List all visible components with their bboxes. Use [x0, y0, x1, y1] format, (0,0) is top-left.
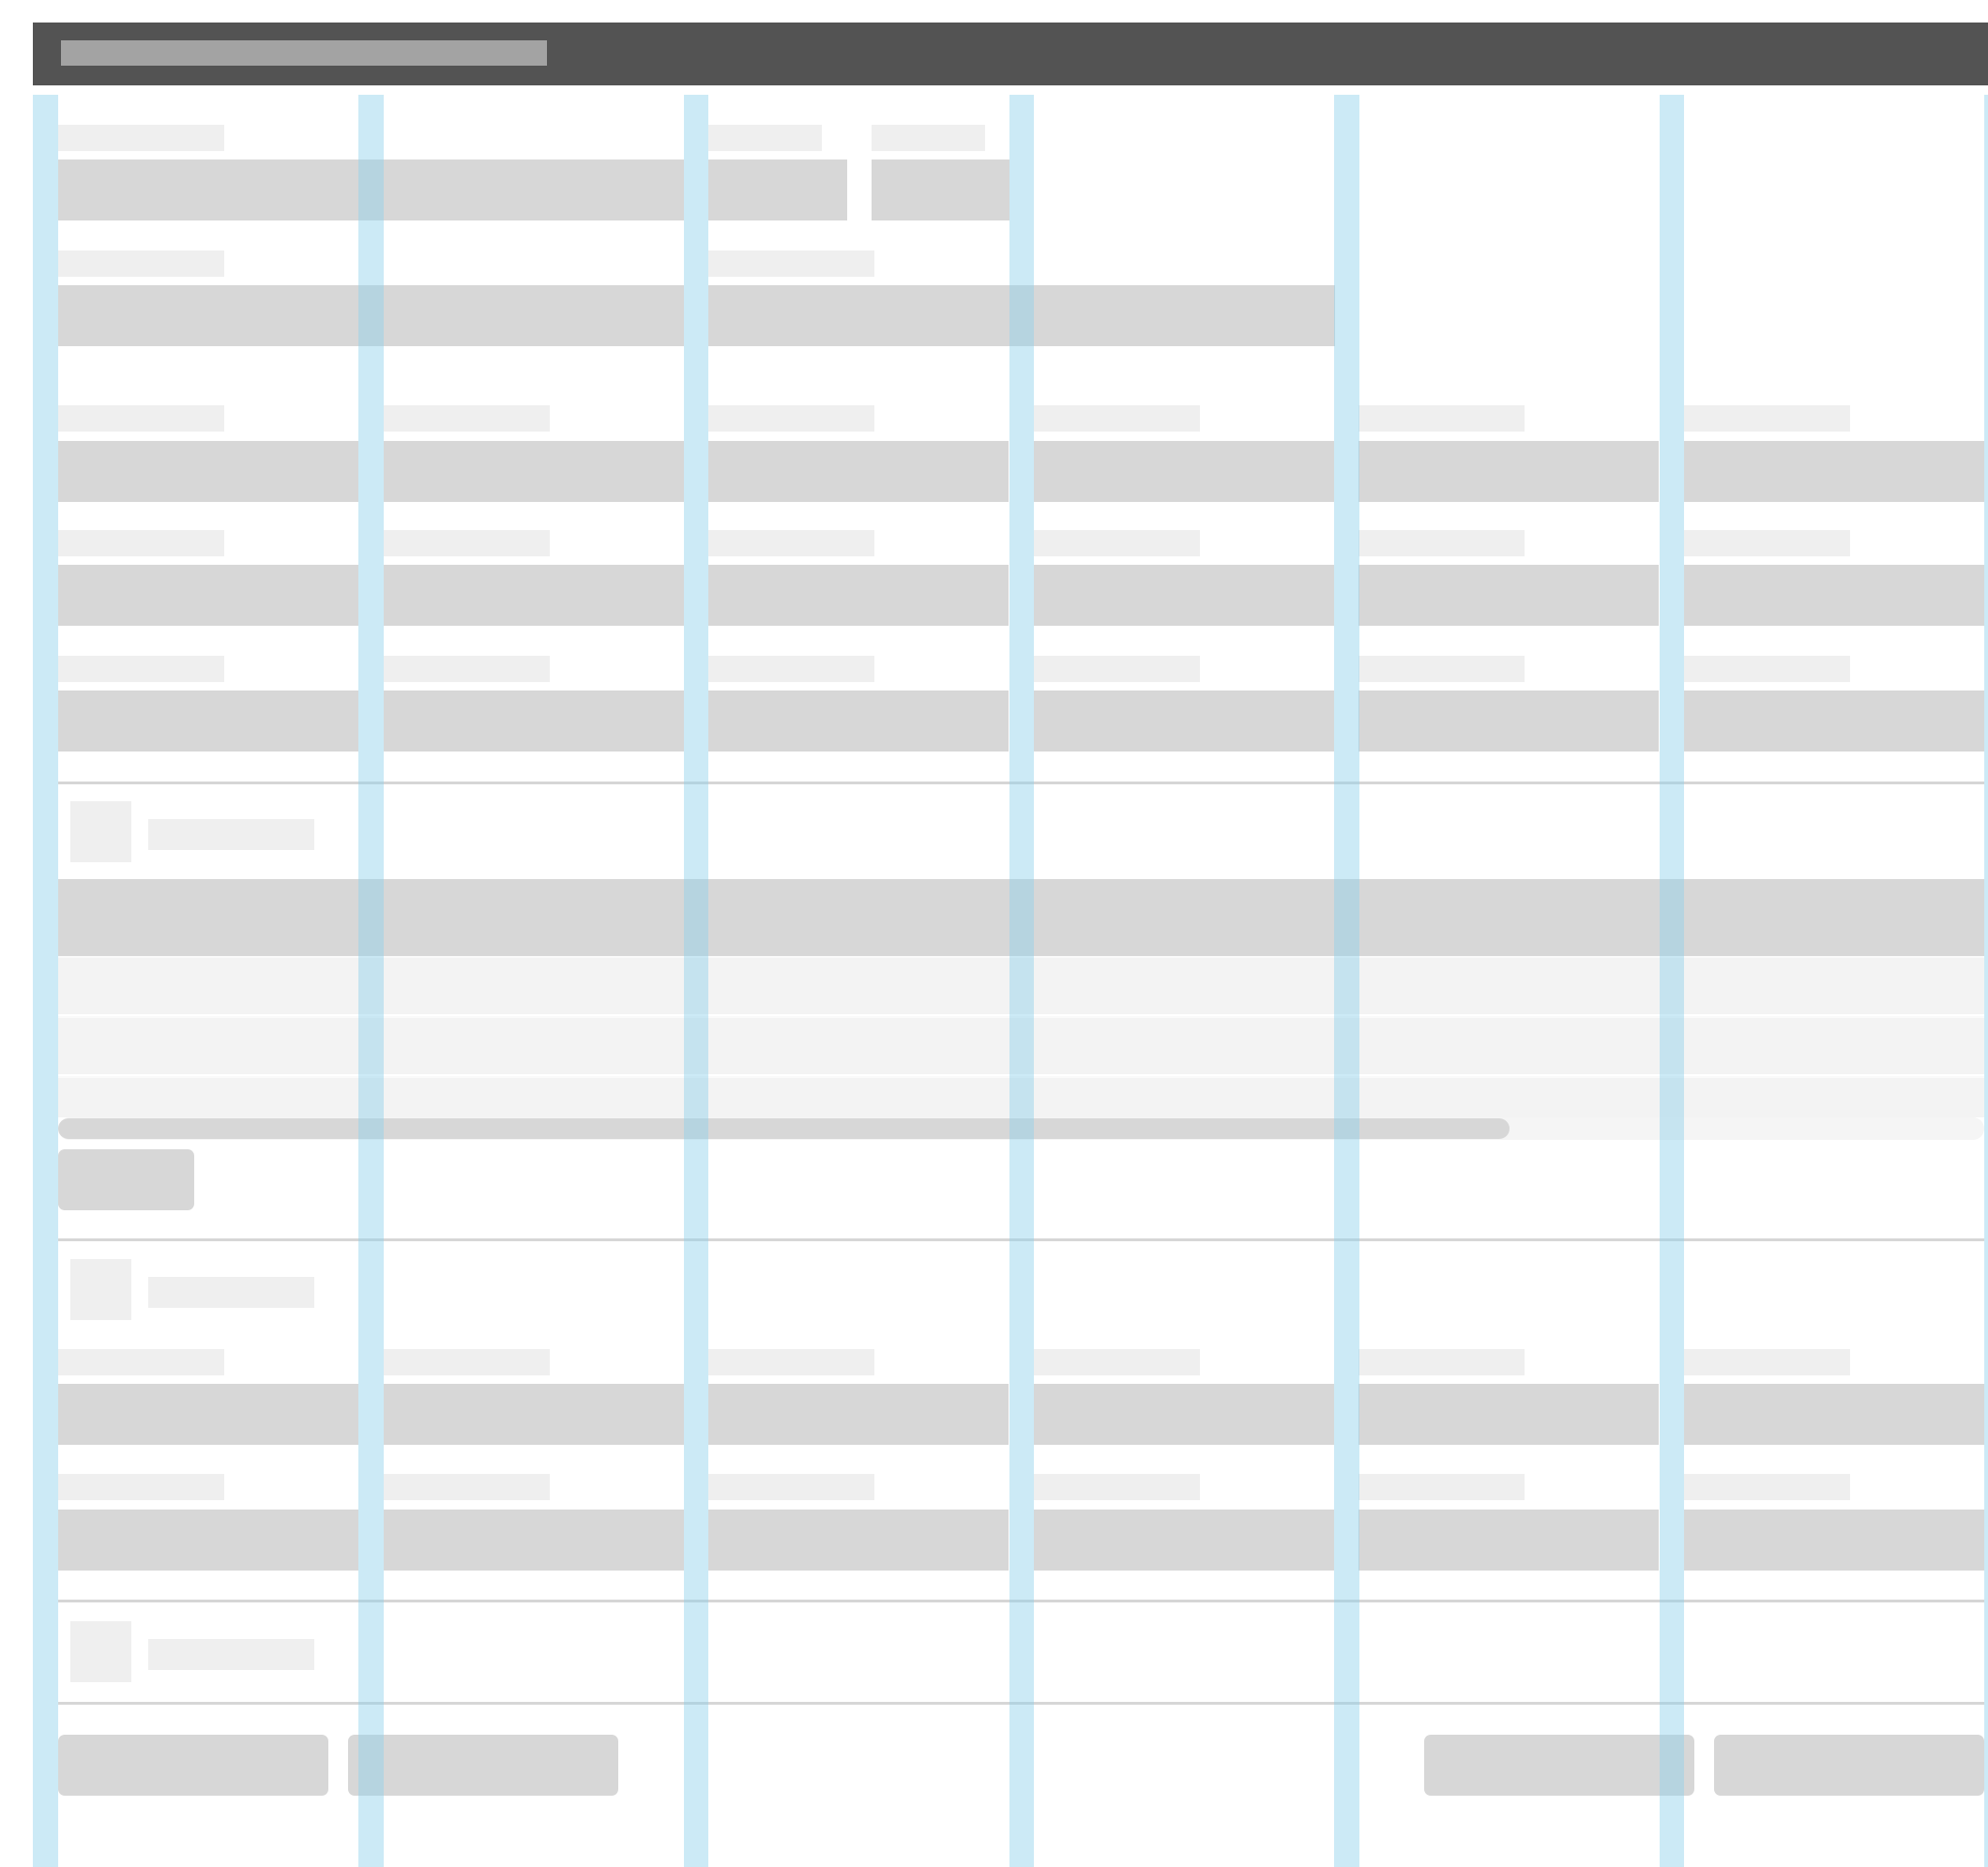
field-label [384, 656, 550, 682]
field-label [58, 1349, 224, 1375]
text-input[interactable] [1034, 691, 1334, 751]
field-label [1034, 1349, 1200, 1375]
text-input[interactable] [1684, 1510, 1984, 1571]
field-label [58, 530, 224, 556]
text-input[interactable] [1358, 441, 1659, 502]
text-input[interactable] [708, 1510, 1009, 1571]
text-input[interactable] [708, 285, 1335, 346]
footer-right-button-2[interactable] [1714, 1735, 1984, 1796]
field-label [1034, 656, 1200, 682]
window-title [61, 40, 547, 66]
text-input[interactable] [1034, 1510, 1334, 1571]
text-input[interactable] [1358, 691, 1659, 751]
footer-divider [58, 1702, 1984, 1705]
section-title [148, 1639, 314, 1670]
table-row[interactable] [58, 956, 1984, 1014]
field-label [708, 656, 874, 682]
field-label [384, 405, 550, 432]
field-label [1358, 1349, 1525, 1375]
field-label [1358, 530, 1525, 556]
text-input[interactable] [1034, 1384, 1334, 1445]
grid-gutter [1984, 95, 1988, 1867]
field-label [1684, 656, 1850, 682]
text-input[interactable] [1684, 565, 1984, 626]
field-label [1034, 530, 1200, 556]
field-label [1034, 1474, 1200, 1500]
text-input[interactable] [1358, 565, 1659, 626]
field-label [708, 125, 822, 151]
text-input[interactable] [1034, 441, 1334, 502]
text-input[interactable] [58, 159, 684, 220]
text-input[interactable] [1684, 441, 1984, 502]
text-input[interactable] [384, 1384, 684, 1445]
text-input[interactable] [58, 691, 358, 751]
field-label [708, 530, 874, 556]
field-label [1034, 405, 1200, 432]
field-label [58, 405, 224, 432]
field-label [58, 125, 224, 151]
field-label [384, 1474, 550, 1500]
text-input[interactable] [1358, 1510, 1659, 1571]
scrollbar-thumb[interactable] [58, 1118, 1510, 1139]
section-icon [70, 1259, 131, 1320]
section-icon [70, 801, 131, 862]
field-label [1358, 1474, 1525, 1500]
field-label [708, 1349, 874, 1375]
add-row-button[interactable] [58, 1149, 194, 1210]
text-input[interactable] [384, 565, 684, 626]
text-input[interactable] [708, 159, 847, 220]
field-label [58, 1474, 224, 1500]
field-label [708, 250, 874, 277]
field-label [1684, 530, 1850, 556]
text-input[interactable] [708, 1384, 1009, 1445]
text-input[interactable] [58, 1510, 358, 1571]
text-input[interactable] [708, 441, 1009, 502]
field-label [384, 1349, 550, 1375]
section-divider [58, 1238, 1984, 1241]
field-label [1358, 656, 1525, 682]
text-input[interactable] [708, 565, 1009, 626]
section-icon [70, 1621, 131, 1682]
text-input[interactable] [58, 285, 684, 346]
field-label [1358, 405, 1525, 432]
field-label [58, 656, 224, 682]
footer-left-button-1[interactable] [58, 1735, 328, 1796]
text-input[interactable] [1358, 1384, 1659, 1445]
grid-gutter [33, 95, 58, 1867]
field-label [58, 250, 224, 277]
section-divider [58, 1600, 1984, 1602]
section-title [148, 1277, 314, 1308]
field-label [1684, 1349, 1850, 1375]
text-input[interactable] [1684, 691, 1984, 751]
text-input[interactable] [384, 1510, 684, 1571]
text-input[interactable] [708, 691, 1009, 751]
table-row[interactable] [58, 1076, 1984, 1117]
table-row[interactable] [58, 1016, 1984, 1074]
text-input[interactable] [1034, 565, 1334, 626]
text-input[interactable] [58, 441, 358, 502]
text-input[interactable] [384, 441, 684, 502]
field-label [1684, 405, 1850, 432]
text-input[interactable] [384, 691, 684, 751]
text-input[interactable] [58, 1384, 358, 1445]
text-input[interactable] [872, 159, 1009, 220]
table-header [58, 879, 1984, 956]
field-label [872, 125, 985, 151]
app-window [0, 0, 1988, 1867]
field-label [708, 1474, 874, 1500]
footer-left-button-2[interactable] [348, 1735, 618, 1796]
text-input[interactable] [58, 565, 358, 626]
field-label [708, 405, 874, 432]
field-label [384, 530, 550, 556]
footer-right-button-1[interactable] [1424, 1735, 1694, 1796]
section-title [148, 819, 314, 850]
section-divider [58, 782, 1984, 784]
field-label [1684, 1474, 1850, 1500]
text-input[interactable] [1684, 1384, 1984, 1445]
